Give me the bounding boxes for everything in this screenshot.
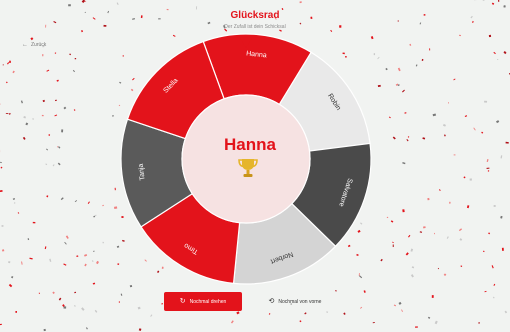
- trophy-icon: [238, 159, 258, 177]
- winner-name: Hanna: [224, 135, 276, 154]
- spin-again-label: Nochmal drehen: [189, 298, 227, 305]
- spin-again-button[interactable]: ↻ Nochmal drehen: [164, 292, 242, 311]
- refresh-icon: ↻: [179, 298, 186, 305]
- restart-icon: ⟲: [268, 298, 275, 305]
- restart-label: Nochmal von vorne: [278, 298, 322, 305]
- restart-button[interactable]: ⟲ Nochmal von vorne: [252, 292, 338, 311]
